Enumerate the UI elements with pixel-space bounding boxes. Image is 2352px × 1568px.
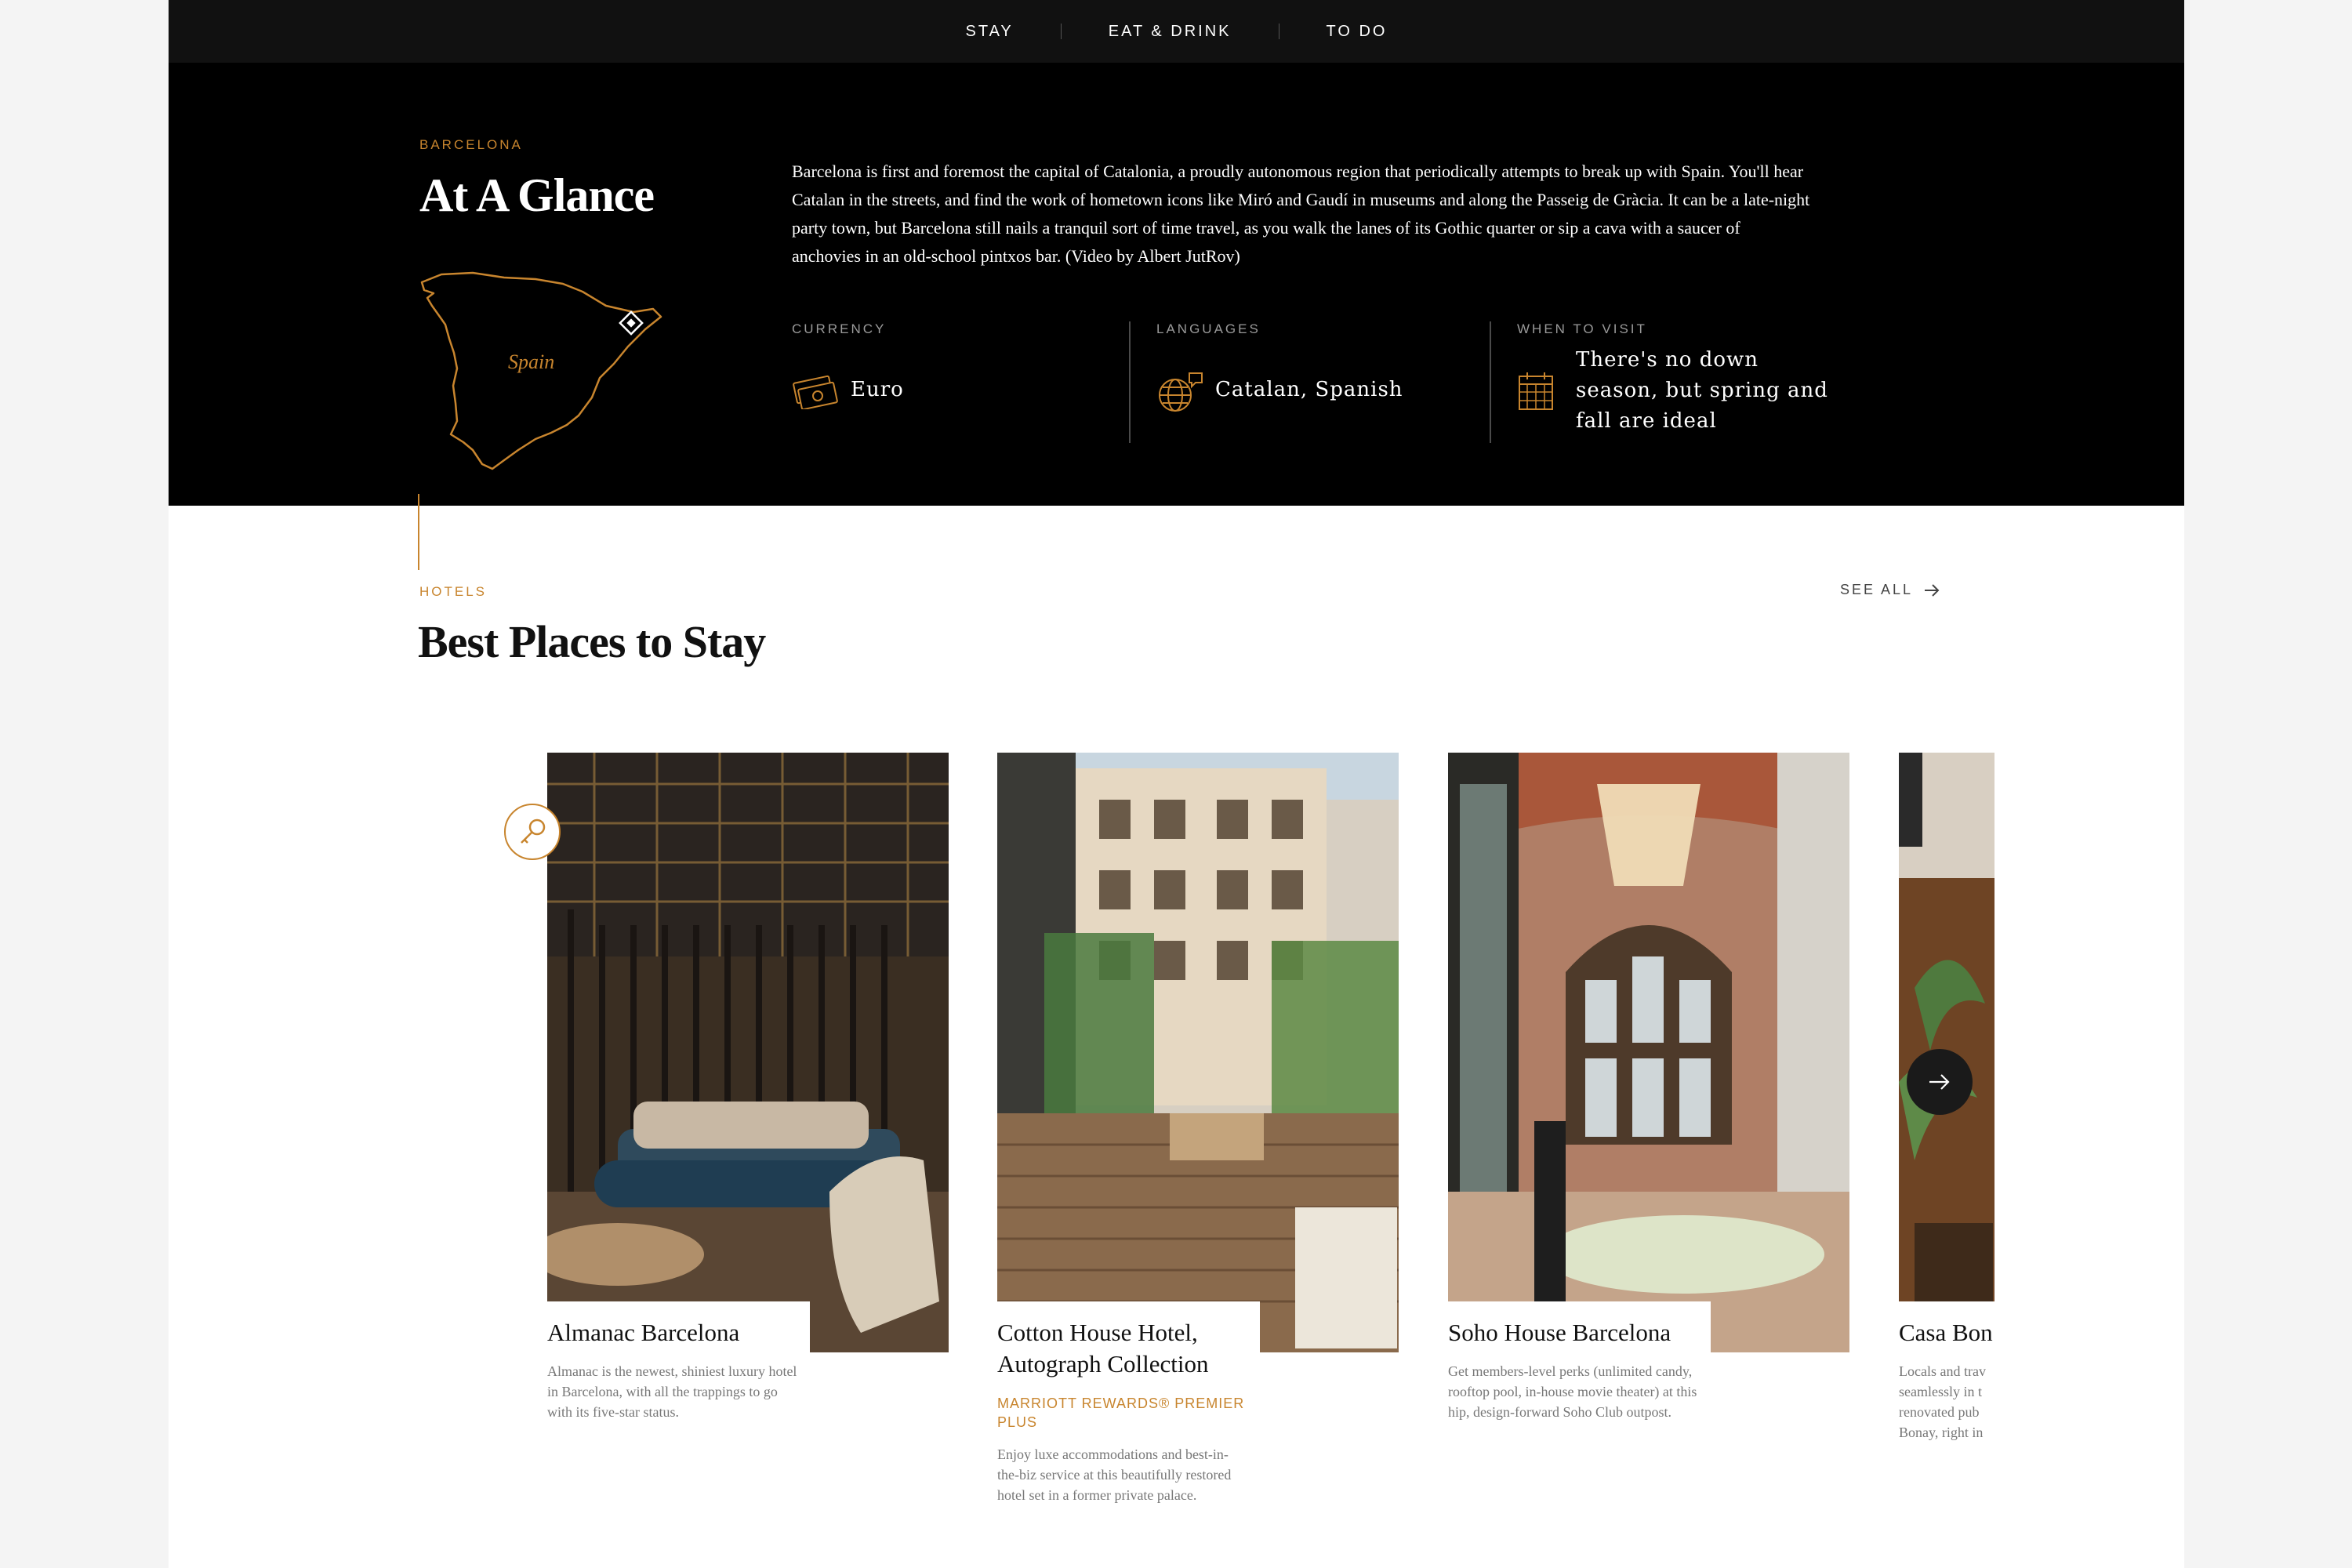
hotel-name[interactable]: Soho House Barcelona [1448, 1317, 1711, 1348]
hotel-description: Almanac is the newest, shiniest luxury h… [547, 1363, 797, 1420]
fact-value: Catalan, Spanish [1215, 378, 1403, 401]
arrow-right-icon [1929, 1074, 1950, 1090]
hotel-description: Get members-level perks (unlimited candy… [1448, 1363, 1697, 1420]
hotel-description: Locals and trav seamlessly in t renovate… [1899, 1363, 1986, 1440]
see-all-link[interactable]: SEE ALL [1840, 582, 1940, 598]
section-accent-line [418, 494, 419, 570]
top-nav: STAY EAT & DRINK TO DO [169, 0, 2184, 63]
fact-when-to-visit: WHEN TO VISIT There's no down season, bu… [1517, 321, 1846, 443]
hotel-card[interactable]: Cotton House Hotel, Autograph Collection… [997, 753, 1399, 1568]
location-marker-icon [619, 310, 644, 336]
fact-label: WHEN TO VISIT [1517, 321, 1647, 336]
spain-map: Spain [418, 268, 669, 476]
hotel-image[interactable] [547, 753, 949, 1352]
hotel-card-text: Soho House Barcelona Get members-level p… [1448, 1301, 1711, 1422]
nav-item-stay[interactable]: STAY [919, 23, 1061, 41]
money-icon [792, 375, 840, 413]
fact-divider [1490, 321, 1491, 443]
hotel-card[interactable]: Soho House Barcelona Get members-level p… [1448, 753, 1849, 1568]
hotel-card[interactable]: Casa Bon Locals and trav seamlessly in t… [1899, 753, 1994, 1568]
fact-label: CURRENCY [792, 321, 887, 336]
nav-item-to-do[interactable]: TO DO [1279, 23, 1435, 41]
hotel-name[interactable]: Almanac Barcelona [547, 1317, 810, 1348]
fact-languages: LANGUAGES Catalan, Spanish [1156, 321, 1486, 443]
fact-currency: CURRENCY Euro [792, 321, 1121, 443]
page: STAY EAT & DRINK TO DO BARCELONA At A Gl… [169, 0, 2184, 1568]
hotels-eyebrow: HOTELS [419, 584, 488, 599]
fact-divider [1129, 321, 1131, 443]
hotel-card[interactable]: Almanac Barcelona Almanac is the newest,… [547, 753, 949, 1568]
fact-label: LANGUAGES [1156, 321, 1261, 336]
hotel-image[interactable] [997, 753, 1399, 1352]
nav-item-eat-drink[interactable]: EAT & DRINK [1062, 23, 1279, 41]
map-label: Spain [508, 350, 555, 373]
hotel-description: Enjoy luxe accommodations and best-in-th… [997, 1446, 1232, 1503]
hotel-card-text: Cotton House Hotel, Autograph Collection… [997, 1301, 1260, 1505]
intro-paragraph: Barcelona is first and foremost the capi… [792, 162, 1810, 266]
key-badge [504, 804, 561, 860]
carousel-next-button[interactable] [1907, 1049, 1973, 1115]
hotel-card-text: Casa Bon Locals and trav seamlessly in t… [1899, 1301, 1994, 1443]
globe-icon [1156, 370, 1205, 418]
glance-title: At A Glance [419, 169, 655, 221]
hotel-card-text: Almanac Barcelona Almanac is the newest,… [547, 1301, 810, 1422]
fact-value: There's no down season, but spring and f… [1576, 348, 1828, 433]
fact-value: Euro [851, 378, 904, 401]
calendar-icon [1517, 370, 1556, 416]
facts-row: CURRENCY Euro LANGUAGES Catalan, Spanish… [792, 321, 1850, 443]
hotel-name[interactable]: Casa Bon [1899, 1317, 1994, 1348]
see-all-label: SEE ALL [1840, 582, 1914, 597]
hotels-title: Best Places to Stay [418, 616, 766, 667]
hotel-name[interactable]: Cotton House Hotel, Autograph Collection [997, 1317, 1260, 1380]
city-eyebrow: BARCELONA [419, 137, 523, 152]
arrow-right-icon [1925, 583, 1940, 597]
hotel-image[interactable] [1448, 753, 1849, 1352]
at-a-glance-section: BARCELONA At A Glance Spain Barcelona is… [169, 63, 2184, 506]
hotel-cards: Almanac Barcelona Almanac is the newest,… [169, 753, 2184, 1568]
rewards-badge: MARRIOTT REWARDS® PREMIER PLUS [997, 1396, 1245, 1430]
key-icon [521, 818, 546, 844]
